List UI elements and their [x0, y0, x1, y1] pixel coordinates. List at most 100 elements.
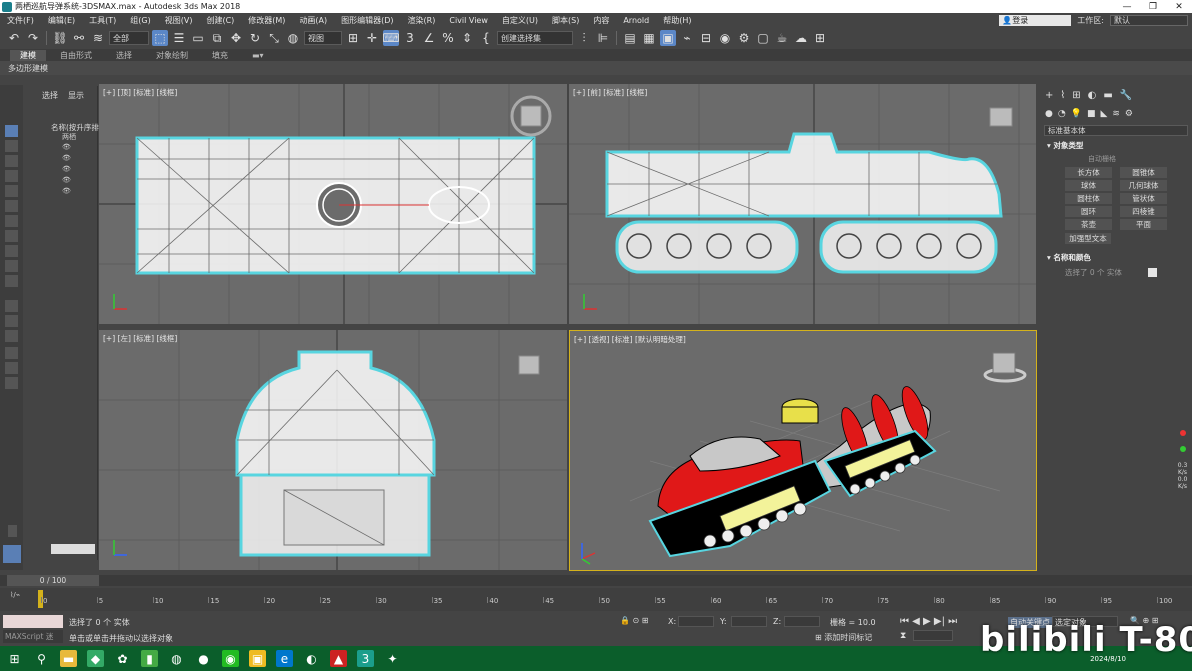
- layer-icon[interactable]: [5, 377, 18, 389]
- viewport-perspective[interactable]: [+] [透视] [标准] [默认明暗处理]: [569, 330, 1037, 571]
- angle-snap-icon[interactable]: ∠: [421, 30, 437, 46]
- menu-edit[interactable]: 编辑(E): [41, 15, 82, 26]
- manipulate-icon[interactable]: ✛: [364, 30, 380, 46]
- viewport-left[interactable]: [+] [左] [标准] [线框]: [99, 330, 567, 570]
- geosphere-button[interactable]: 几何球体: [1120, 180, 1167, 191]
- viewport-layout-icon[interactable]: [3, 545, 21, 563]
- viewcube-icon[interactable]: [518, 355, 540, 375]
- filter-geometry-icon[interactable]: [5, 125, 18, 137]
- helpers-icon[interactable]: ◣: [1100, 109, 1107, 119]
- viewport-label[interactable]: [+] [透视] [标准] [默认明暗处理]: [574, 334, 686, 345]
- modify-tab-icon[interactable]: ⌇: [1060, 90, 1065, 101]
- viewcube-icon[interactable]: [989, 107, 1013, 127]
- wechat-icon[interactable]: ◉: [222, 650, 239, 667]
- viewport-front[interactable]: [+] [前] [标准] [线框]: [569, 84, 1036, 324]
- menu-graph-editors[interactable]: 图形编辑器(D): [334, 15, 400, 26]
- login-dropdown[interactable]: 👤 登录: [999, 14, 1072, 26]
- edit-named-sel-icon[interactable]: {: [478, 30, 494, 46]
- start-icon[interactable]: ⊞: [6, 650, 23, 667]
- spinner-snap-icon[interactable]: ⇕: [459, 30, 475, 46]
- workspace-dropdown[interactable]: 默认: [1110, 14, 1188, 26]
- ribbon-options-icon[interactable]: ▬▾: [242, 51, 274, 60]
- taskbar-app-icon[interactable]: ◍: [168, 650, 185, 667]
- object-color-swatch[interactable]: [1147, 268, 1157, 277]
- explorer-row[interactable]: 👁: [62, 154, 76, 165]
- align-icon[interactable]: ⊫: [595, 30, 611, 46]
- material-editor-icon[interactable]: ◉: [717, 30, 733, 46]
- taskbar-app-icon[interactable]: ▣: [249, 650, 266, 667]
- menu-rendering[interactable]: 渲染(R): [401, 15, 443, 26]
- scale-icon[interactable]: ⤡: [266, 30, 282, 46]
- invert-icon[interactable]: [5, 330, 18, 342]
- add-time-tag[interactable]: ⊞ 添加时间标记: [815, 632, 872, 643]
- filter-shapes-icon[interactable]: [5, 140, 18, 152]
- torus-button[interactable]: 圆环: [1065, 206, 1112, 217]
- sphere-button[interactable]: 球体: [1065, 180, 1112, 191]
- systems-icon[interactable]: ⚙: [1125, 109, 1133, 119]
- select-by-name-icon[interactable]: ☰: [171, 30, 187, 46]
- y-coord-field[interactable]: [731, 616, 767, 627]
- move-icon[interactable]: ✥: [228, 30, 244, 46]
- cameras-icon[interactable]: ■: [1087, 109, 1096, 119]
- menu-file[interactable]: 文件(F): [0, 15, 41, 26]
- taskbar-app-icon[interactable]: ✦: [384, 650, 401, 667]
- rotate-icon[interactable]: ↻: [247, 30, 263, 46]
- time-slider[interactable]: 0 / 100: [0, 575, 1192, 586]
- name-color-header[interactable]: ▾ 名称和颜色: [1040, 252, 1192, 263]
- filter-frozen-icon[interactable]: [5, 275, 18, 287]
- filter-lights-icon[interactable]: [5, 155, 18, 167]
- schematic-view-icon[interactable]: ⊟: [698, 30, 714, 46]
- motion-tab-icon[interactable]: ◐: [1088, 90, 1097, 101]
- bind-space-warp-icon[interactable]: ≋: [90, 30, 106, 46]
- text-plus-button[interactable]: 加强型文本: [1065, 233, 1111, 244]
- current-frame-field[interactable]: [913, 630, 953, 641]
- filter-helpers-icon[interactable]: [5, 185, 18, 197]
- render-setup-icon[interactable]: ⚙: [736, 30, 752, 46]
- menu-views[interactable]: 视图(V): [158, 15, 200, 26]
- geometry-icon[interactable]: ●: [1045, 109, 1053, 119]
- frame-controls[interactable]: ⧗: [900, 631, 906, 641]
- create-tab-icon[interactable]: +: [1045, 90, 1053, 101]
- menu-scripting[interactable]: 脚本(S): [545, 15, 586, 26]
- unlink-icon[interactable]: ⚯: [71, 30, 87, 46]
- track-bar[interactable]: ⌇/⌁ 0 5 10 15 20 25 30 35 40 45 50 55 60 65 70 75 80 85 90…: [0, 588, 1192, 611]
- lights-icon[interactable]: 💡: [1071, 109, 1082, 119]
- menu-content[interactable]: 内容: [586, 15, 616, 26]
- taskbar-app-icon[interactable]: ▲: [330, 650, 347, 667]
- window-crossing-icon[interactable]: ⧉: [209, 30, 225, 46]
- time-slider-knob[interactable]: 0 / 100: [7, 575, 99, 586]
- ribbon-tab-populate[interactable]: 填充: [202, 50, 238, 61]
- viewport-label[interactable]: [+] [左] [标准] [线框]: [103, 333, 177, 344]
- curve-editor-icon[interactable]: ⌁: [679, 30, 695, 46]
- display-all-icon[interactable]: [5, 300, 18, 312]
- ribbon-tab-freeform[interactable]: 自由形式: [50, 50, 102, 61]
- asset-icon[interactable]: ⊞: [812, 30, 828, 46]
- maxscript-listener[interactable]: [3, 615, 63, 628]
- taskbar-app-icon[interactable]: ✿: [114, 650, 131, 667]
- expand-arrow-icon[interactable]: [8, 525, 17, 537]
- scene-explorer-icon[interactable]: ▤: [622, 30, 638, 46]
- menu-customize[interactable]: 自定义(U): [495, 15, 545, 26]
- object-name-field[interactable]: 选择了 0 个 实体: [1065, 267, 1122, 278]
- link-icon[interactable]: ⛓: [52, 30, 68, 46]
- redo-icon[interactable]: ↷: [25, 30, 41, 46]
- ribbon-tab-object-paint[interactable]: 对象绘制: [146, 50, 198, 61]
- edge-icon[interactable]: e: [276, 650, 293, 667]
- select-object-icon[interactable]: ⬚: [152, 30, 168, 46]
- track-bar-icon[interactable]: ⌇/⌁: [10, 591, 20, 599]
- taskbar-app-icon[interactable]: ◐: [303, 650, 320, 667]
- filter-groups-icon[interactable]: [5, 215, 18, 227]
- explorer-tab-display[interactable]: 显示: [68, 90, 84, 101]
- place-icon[interactable]: ◍: [285, 30, 301, 46]
- playback-controls[interactable]: ⏮ ◀ ▶ ▶| ⏭: [900, 616, 957, 627]
- selection-filter-dropdown[interactable]: 全部: [109, 31, 149, 45]
- cylinder-button[interactable]: 圆柱体: [1065, 193, 1112, 204]
- space-warps-icon[interactable]: ≋: [1112, 109, 1120, 119]
- x-coord-field[interactable]: [678, 616, 714, 627]
- undo-icon[interactable]: ↶: [6, 30, 22, 46]
- hierarchy-tab-icon[interactable]: ⊞: [1072, 90, 1080, 101]
- menu-group[interactable]: 组(G): [123, 15, 157, 26]
- 3dsmax-icon[interactable]: 3: [357, 650, 374, 667]
- rect-selection-icon[interactable]: ▭: [190, 30, 206, 46]
- explorer-scrollbar[interactable]: [51, 544, 95, 554]
